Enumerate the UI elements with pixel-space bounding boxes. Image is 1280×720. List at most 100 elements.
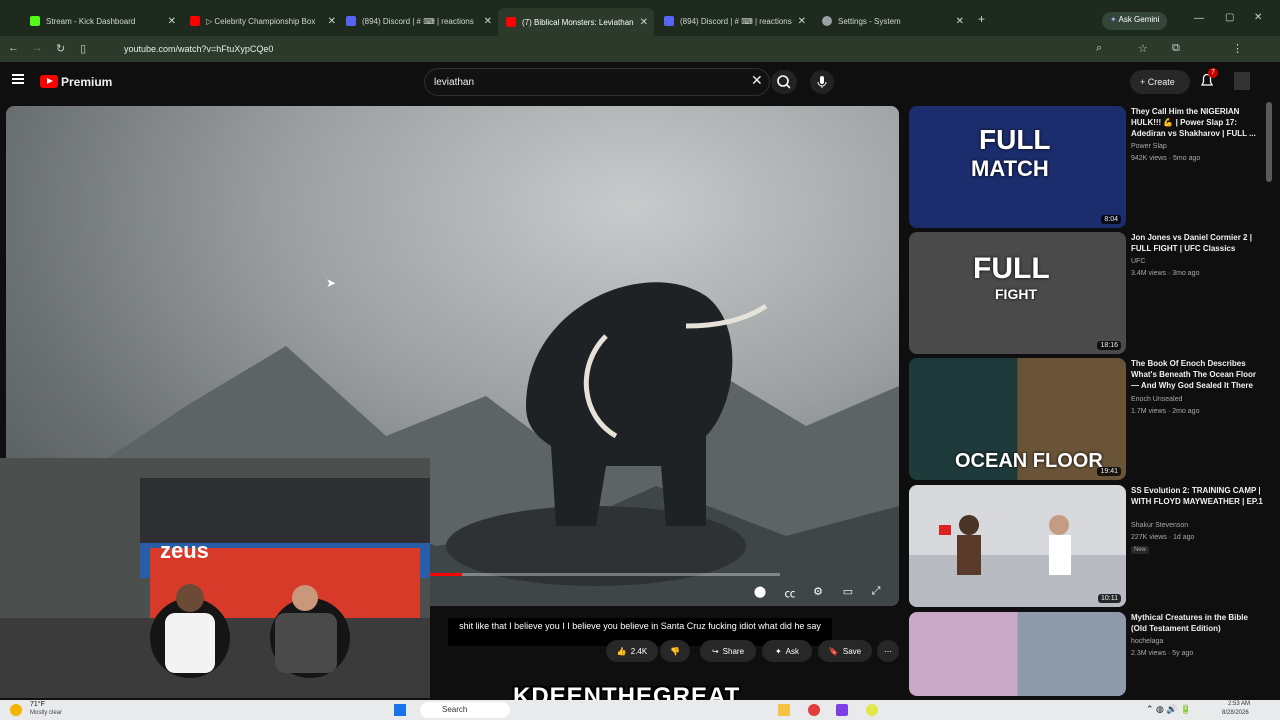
- youtube-logo-icon[interactable]: [40, 75, 58, 88]
- forward-icon[interactable]: →: [32, 42, 43, 54]
- page-scrollbar[interactable]: [1266, 102, 1272, 182]
- url-text: youtube.com/watch?v=hFtuXypCQe0: [124, 44, 274, 54]
- captions-icon[interactable]: ㏄: [782, 585, 798, 600]
- thumbnail-text: FIGHT: [995, 286, 1037, 302]
- recommended-video-3[interactable]: OCEAN FLOOR 19:41 The Book Of Enoch Desc…: [909, 358, 1269, 480]
- avatar[interactable]: [1234, 72, 1250, 90]
- windows-start-icon[interactable]: [394, 704, 406, 716]
- channel-name[interactable]: hochelaga: [1131, 638, 1163, 645]
- progress-bar[interactable]: [430, 573, 780, 576]
- back-icon[interactable]: ←: [8, 42, 19, 54]
- clock-date: 8/28/2026: [1222, 710, 1249, 716]
- new-tab-button[interactable]: +: [978, 12, 985, 26]
- more-dots-icon: ⋯: [884, 646, 892, 656]
- tab-kick-dashboard[interactable]: Stream - Kick Dashboard ✕: [22, 10, 182, 32]
- thumbnail-art: [909, 515, 1126, 607]
- clear-search-icon[interactable]: ✕: [751, 72, 763, 89]
- video-meta: 227K views · 1d ago: [1131, 534, 1195, 541]
- share-icon: ↪: [711, 646, 719, 656]
- video-thumbnail[interactable]: [909, 612, 1126, 696]
- video-title[interactable]: They Call Him the NIGERIAN HULK!!! 💪 | P…: [1131, 106, 1263, 139]
- discord-icon: [664, 16, 674, 26]
- channel-name[interactable]: UFC: [1131, 258, 1145, 265]
- video-thumbnail[interactable]: FULL FIGHT 18:16: [909, 232, 1126, 354]
- close-icon[interactable]: ✕: [956, 16, 964, 27]
- youtube-header: Premium leviathan ✕ + Create 7: [0, 62, 1280, 102]
- recommended-video-5[interactable]: Mythical Creatures in the Bible (Old Tes…: [909, 612, 1269, 696]
- tab-label: (7) Biblical Monsters: Leviathan: [522, 17, 634, 27]
- zeus-banner: zeus: [160, 538, 209, 563]
- search-input[interactable]: leviathan: [424, 68, 770, 96]
- url-field[interactable]: youtube.com/watch?v=hFtuXypCQe0: [104, 40, 1164, 58]
- channel-name[interactable]: Power Slap: [1131, 143, 1167, 150]
- clock-time[interactable]: 2:53 AM: [1228, 701, 1250, 707]
- tab-biblical-monsters[interactable]: (7) Biblical Monsters: Leviathan ✕: [498, 8, 654, 36]
- close-icon[interactable]: ✕: [798, 16, 806, 27]
- tab-discord-2[interactable]: (894) Discord | # ⌨ | reactions ✕: [656, 10, 812, 32]
- video-title[interactable]: The Book Of Enoch Describes What's Benea…: [1131, 358, 1263, 391]
- save-label: Save: [842, 646, 862, 656]
- maximize-button[interactable]: ▢: [1225, 12, 1234, 23]
- fullscreen-icon[interactable]: ⤢: [868, 585, 884, 599]
- autoplay-toggle-icon[interactable]: ⬤: [752, 585, 768, 599]
- tab-label: (894) Discord | # ⌨ | reactions: [362, 16, 474, 26]
- recommended-video-1[interactable]: FULL MATCH 8:04 They Call Him the NIGERI…: [909, 106, 1269, 228]
- video-title[interactable]: Mythical Creatures in the Bible (Old Tes…: [1131, 612, 1263, 634]
- extensions-icon[interactable]: ⧉: [1172, 42, 1180, 55]
- bookmark-star-icon[interactable]: ☆: [1138, 42, 1148, 55]
- zoom-icon[interactable]: ⌕: [1096, 42, 1102, 55]
- tab-label: Stream - Kick Dashboard: [46, 16, 136, 26]
- taskbar-search-label: Search: [442, 705, 468, 714]
- create-button[interactable]: + Create: [1130, 70, 1190, 94]
- hamburger-menu-icon[interactable]: [12, 74, 24, 84]
- save-button[interactable]: 🔖 Save: [818, 640, 872, 662]
- thumbs-up-icon: 👍: [616, 646, 627, 656]
- tab-celebrity-boxing[interactable]: ▷ Celebrity Championship Box ✕: [182, 10, 342, 32]
- close-icon[interactable]: ✕: [328, 16, 336, 27]
- share-button[interactable]: ↪ Share: [700, 640, 756, 662]
- voice-search-button[interactable]: [810, 70, 834, 94]
- search-icon: [777, 75, 791, 89]
- recommended-video-4[interactable]: 10:11 SS Evolution 2: TRAINING CAMP | WI…: [909, 485, 1269, 607]
- reload-icon[interactable]: ↻: [56, 42, 65, 55]
- taskbar-search[interactable]: Search: [420, 702, 510, 718]
- recommended-video-2[interactable]: FULL FIGHT 18:16 Jon Jones vs Daniel Cor…: [909, 232, 1269, 354]
- tab-settings[interactable]: Settings - System ✕: [814, 10, 970, 32]
- close-icon[interactable]: ✕: [640, 17, 648, 28]
- weather-temperature[interactable]: 71°F: [30, 701, 45, 708]
- app-icon[interactable]: [808, 704, 820, 716]
- close-window-button[interactable]: ✕: [1254, 12, 1262, 23]
- video-thumbnail[interactable]: 10:11: [909, 485, 1126, 607]
- app-icon[interactable]: [836, 704, 848, 716]
- like-button[interactable]: 👍 2.4K: [606, 640, 658, 662]
- minimize-button[interactable]: —: [1194, 13, 1204, 24]
- sidebar-icon[interactable]: ▯: [80, 42, 86, 55]
- channel-name[interactable]: Enoch Unsealed: [1131, 396, 1182, 403]
- close-icon[interactable]: ✕: [168, 16, 176, 27]
- video-title[interactable]: SS Evolution 2: TRAINING CAMP | WITH FLO…: [1131, 485, 1263, 507]
- microphone-icon: [817, 76, 827, 88]
- youtube-premium-label[interactable]: Premium: [61, 75, 112, 89]
- notification-count-badge: 7: [1208, 68, 1218, 78]
- ask-button[interactable]: ✦ Ask: [762, 640, 812, 662]
- more-menu-icon[interactable]: ⋮: [1232, 42, 1243, 55]
- channel-name[interactable]: Shakur Stevenson: [1131, 522, 1188, 529]
- search-button[interactable]: [771, 70, 797, 94]
- thumbnail-text: FULL: [979, 124, 1051, 155]
- close-icon[interactable]: ✕: [484, 16, 492, 27]
- ask-gemini-label: Ask Gemini: [1118, 15, 1160, 24]
- video-thumbnail[interactable]: OCEAN FLOOR 19:41: [909, 358, 1126, 480]
- ask-gemini-button[interactable]: ✦ Ask Gemini: [1102, 12, 1168, 30]
- share-label: Share: [722, 646, 745, 656]
- settings-gear-icon[interactable]: ⚙: [810, 585, 826, 599]
- system-tray-icons[interactable]: ⌃ ◍ 🔊 🔋: [1146, 704, 1191, 715]
- video-thumbnail[interactable]: FULL MATCH 8:04: [909, 106, 1126, 228]
- miniplayer-icon[interactable]: ▭: [840, 585, 856, 599]
- app-icon[interactable]: [866, 704, 878, 716]
- video-title[interactable]: Jon Jones vs Daniel Cormier 2 | FULL FIG…: [1131, 232, 1263, 254]
- more-actions-button[interactable]: ⋯: [877, 640, 899, 662]
- dislike-button[interactable]: 👎: [660, 640, 690, 662]
- file-explorer-icon[interactable]: [778, 704, 790, 716]
- bookmark-icon: 🔖: [828, 646, 839, 656]
- tab-discord-1[interactable]: (894) Discord | # ⌨ | reactions ✕: [338, 10, 498, 32]
